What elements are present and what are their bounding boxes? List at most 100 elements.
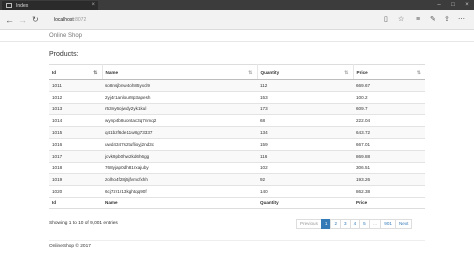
sort-icon: ⇅	[248, 70, 253, 76]
cell-price: 669.67	[353, 79, 425, 92]
back-arrow-icon[interactable]: ←	[5, 14, 14, 26]
cell-price: 306.51	[353, 162, 425, 175]
address-bar: ← → ↻ localhost:8072 ▯ ☆ ≡ ✎ ⇪ ⋯	[0, 10, 474, 30]
cell-id: 1014	[49, 114, 102, 128]
next-page-button[interactable]: Next	[394, 219, 413, 229]
cell-quantity: 159	[257, 138, 353, 151]
sort-icon: ⇅	[344, 70, 349, 76]
cell-name: wynp4b8uontac3q7nmq2	[102, 114, 257, 128]
browser-tab-strip: Index × – □ ×	[0, 0, 474, 10]
navbar: Online Shop	[0, 30, 474, 42]
cell-quantity: 112	[257, 79, 353, 92]
footer-label-quantity: Quantity	[257, 196, 353, 209]
table-row: 1017 jcvk9pb0hw2kd6h6gg 116 869.88	[49, 150, 425, 163]
close-tab-icon[interactable]: ×	[91, 2, 95, 9]
cell-price: 862.38	[353, 185, 425, 198]
browser-tab[interactable]: Index ×	[2, 1, 98, 10]
column-header-name[interactable]: Name ⇅	[102, 64, 258, 80]
pagination: Previous 1 2 3 4 5 … 901 Next	[296, 219, 413, 229]
cell-name: r53ny6ojwdy2yk1kul	[102, 103, 257, 116]
table-row: 1016 uwd4347s2tuflioyj2nd3c 159 667.01	[49, 138, 425, 151]
column-label: Name	[105, 69, 119, 75]
table-row: 1013 r53ny6ojwdy2yk1kul 173 609.7	[49, 103, 425, 116]
cell-quantity: 173	[257, 103, 353, 116]
page-icon	[6, 3, 12, 8]
cell-name: jcvk9pb0hw2kd6h6gg	[102, 150, 257, 163]
column-header-price[interactable]: Price ⇅	[353, 64, 425, 80]
cell-id: 1020	[49, 185, 102, 198]
table-row: 1012 2yj4r1anlour8p3apesh 153 100.2	[49, 91, 425, 104]
cell-quantity: 153	[257, 91, 353, 104]
minimize-icon[interactable]: –	[432, 0, 446, 10]
cell-name: so8nsjbnw4oh85yxcl9	[102, 79, 257, 92]
share-icon[interactable]: ⇪	[444, 15, 450, 25]
maximize-icon[interactable]: □	[446, 0, 460, 10]
products-table: Id ⇅ Name ⇅ Quantity ⇅ Price ⇅ 1011 so8nsjbnw…	[49, 64, 425, 209]
footer-copyright: OnlineShop © 2017	[49, 244, 91, 249]
cell-name: 768yjap0dh81rxajuby	[102, 162, 257, 175]
url-host: localhost	[54, 17, 74, 23]
cell-name: zolho4f28j5jfvmcfxhh	[102, 173, 257, 187]
table-footer-row: Id Name Quantity Price	[49, 196, 425, 209]
forward-arrow-icon[interactable]: →	[18, 14, 27, 26]
cell-price: 100.2	[353, 91, 425, 104]
table-row: 1019 zolho4f28j5jfvmcfxhh 92 193.26	[49, 173, 425, 187]
more-icon[interactable]: ⋯	[458, 15, 465, 25]
cell-id: 1011	[49, 79, 102, 92]
cell-name: uwd4347s2tuflioyj2nd3c	[102, 138, 257, 151]
cell-price: 869.88	[353, 150, 425, 163]
table-info: Showing 1 to 10 of 9,001 entries	[49, 221, 118, 226]
footer-label-name: Name	[102, 196, 257, 209]
cell-price: 222.04	[353, 114, 425, 128]
url-port: :8072	[73, 17, 87, 23]
notes-icon[interactable]: ✎	[430, 15, 436, 25]
footer-label-price: Price	[353, 196, 425, 209]
footer-label-id: Id	[49, 196, 102, 209]
table-header-row: Id ⇅ Name ⇅ Quantity ⇅ Price ⇅	[49, 64, 425, 80]
table-row: 1015 q41bzf6de11w8g73337 134 643.72	[49, 126, 425, 139]
cell-quantity: 140	[257, 185, 353, 198]
cell-name: 6cj7zr1r13kghtqq90f	[102, 185, 257, 198]
url-field[interactable]: localhost:8072	[54, 14, 354, 26]
column-label: Price	[356, 69, 368, 75]
sort-icon: ⇅	[416, 70, 421, 76]
cell-id: 1017	[49, 150, 102, 163]
favorites-hub-icon[interactable]: ≡	[416, 15, 420, 25]
sort-asc-icon: ⇅	[93, 70, 98, 76]
table-row: 1018 768yjap0dh81rxajuby 102 306.51	[49, 162, 425, 175]
page-button-901[interactable]: 901	[380, 219, 396, 229]
cell-price: 193.26	[353, 173, 425, 187]
cell-quantity: 134	[257, 126, 353, 139]
page-title: Products:	[49, 51, 79, 58]
reading-view-icon[interactable]: ▯	[384, 15, 388, 25]
cell-price: 667.01	[353, 138, 425, 151]
close-window-icon[interactable]: ×	[460, 0, 474, 10]
column-header-quantity[interactable]: Quantity ⇅	[257, 64, 354, 80]
refresh-icon[interactable]: ↻	[32, 14, 39, 26]
table-row: 1014 wynp4b8uontac3q7nmq2 68 222.04	[49, 114, 425, 128]
cell-id: 1012	[49, 91, 102, 104]
cell-id: 1015	[49, 126, 102, 139]
cell-id: 1016	[49, 138, 102, 151]
column-label: Id	[52, 69, 57, 75]
column-header-id[interactable]: Id ⇅	[49, 64, 103, 80]
favorites-icon[interactable]: ☆	[398, 15, 404, 25]
table-row: 1020 6cj7zr1r13kghtqq90f 140 862.38	[49, 185, 425, 198]
cell-quantity: 102	[257, 162, 353, 175]
cell-id: 1013	[49, 103, 102, 116]
cell-id: 1018	[49, 162, 102, 175]
brand-link[interactable]: Online Shop	[49, 33, 82, 39]
tab-title: Index	[16, 2, 29, 9]
cell-quantity: 92	[257, 173, 353, 187]
cell-id: 1019	[49, 173, 102, 187]
cell-price: 609.7	[353, 103, 425, 116]
previous-page-button[interactable]: Previous	[296, 219, 322, 229]
cell-quantity: 116	[257, 150, 353, 163]
column-label: Quantity	[260, 69, 280, 75]
cell-name: q41bzf6de11w8g73337	[102, 126, 257, 139]
cell-name: 2yj4r1anlour8p3apesh	[102, 91, 257, 104]
cell-price: 643.72	[353, 126, 425, 139]
cell-quantity: 68	[257, 114, 353, 128]
footer-divider	[49, 240, 425, 241]
table-row: 1011 so8nsjbnw4oh85yxcl9 112 669.67	[49, 79, 425, 92]
